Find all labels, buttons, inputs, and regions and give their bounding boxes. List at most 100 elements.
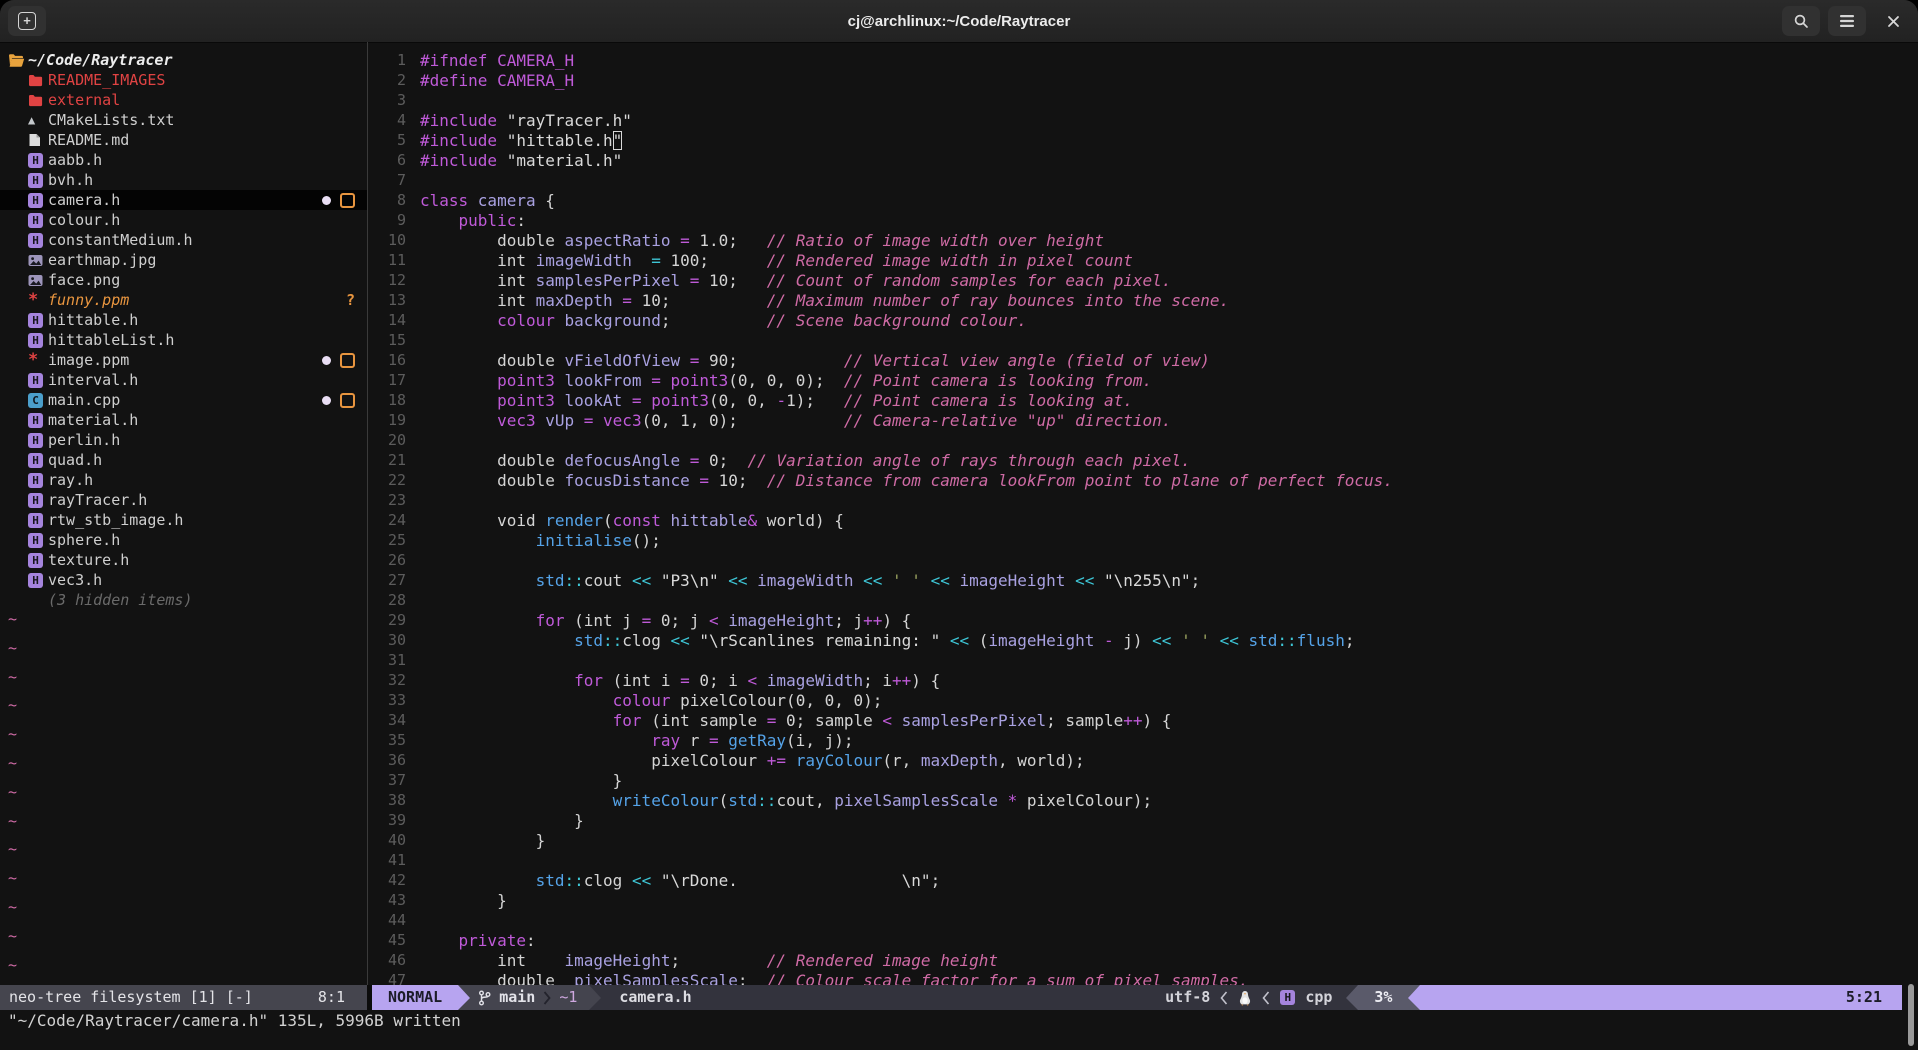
tree-item-readme-md[interactable]: README.md: [0, 130, 367, 150]
tree-item-code-raytracer[interactable]: ~/Code/Raytracer: [0, 50, 367, 70]
tree-item-hittable-h[interactable]: Hhittable.h: [0, 310, 367, 330]
code-line-24: 24 void render(const hittable& world) {: [368, 510, 1918, 530]
header-file-icon: H: [28, 473, 48, 488]
header-file-icon: H: [28, 193, 48, 208]
line-number: 26: [368, 551, 406, 569]
item-markers: ?: [346, 291, 367, 309]
neotree-status-title: neo-tree filesystem [1] [-]: [9, 985, 253, 1010]
new-tab-button[interactable]: +: [8, 6, 46, 36]
tilde-empty-line: ~: [8, 782, 17, 802]
tree-item-main-cpp[interactable]: Cmain.cpp: [0, 390, 367, 410]
code-line-32: 32 for (int i = 0; i < imageWidth; i++) …: [368, 670, 1918, 690]
tree-item-label: quad.h: [48, 451, 102, 469]
line-number: 9: [368, 211, 406, 229]
neotree-cursor-position: 8:1: [318, 985, 345, 1010]
tree-item-perlin-h[interactable]: Hperlin.h: [0, 430, 367, 450]
tree-item-ray-h[interactable]: Hray.h: [0, 470, 367, 490]
tree-item-camera-h[interactable]: Hcamera.h: [0, 190, 367, 210]
filename-segment: camera.h: [601, 985, 709, 1010]
scrollbar-thumb[interactable]: [1908, 984, 1914, 1046]
tree-item-raytracer-h[interactable]: HrayTracer.h: [0, 490, 367, 510]
tree-item-external[interactable]: external: [0, 90, 367, 110]
cursor-position: 5:21: [1420, 985, 1902, 1010]
line-number: 11: [368, 251, 406, 269]
tree-item-vec3-h[interactable]: Hvec3.h: [0, 570, 367, 590]
tree-item-constantmedium-h[interactable]: HconstantMedium.h: [0, 230, 367, 250]
powerline-arrow: [1408, 985, 1420, 1010]
tree-item-texture-h[interactable]: Htexture.h: [0, 550, 367, 570]
tree-item-face-png[interactable]: face.png: [0, 270, 367, 290]
code-line-2: 2#define CAMERA_H: [368, 70, 1918, 90]
tree-item-aabb-h[interactable]: Haabb.h: [0, 150, 367, 170]
terminal-window: + cj@archlinux:~/Code/Raytracer ~/Code/R…: [0, 0, 1918, 1050]
image-file-icon: [28, 274, 48, 287]
line-number: 6: [368, 151, 406, 169]
line-number: 27: [368, 571, 406, 589]
code-line-29: 29 for (int j = 0; j < imageHeight; j++)…: [368, 610, 1918, 630]
tree-item-sphere-h[interactable]: Hsphere.h: [0, 530, 367, 550]
code-line-1: 1#ifndef CAMERA_H: [368, 50, 1918, 70]
git-segment: main ~1: [470, 985, 589, 1010]
tree-item-cmakelists-txt[interactable]: ▲CMakeLists.txt: [0, 110, 367, 130]
tilde-empty-line: ~: [8, 955, 17, 975]
tree-item-label: README_IMAGES: [48, 71, 165, 89]
titlebar: + cj@archlinux:~/Code/Raytracer: [0, 0, 1918, 43]
tree-item-label: bvh.h: [48, 171, 93, 189]
line-number: 30: [368, 631, 406, 649]
line-number: 34: [368, 711, 406, 729]
menu-button[interactable]: [1828, 6, 1866, 36]
tree-item-label: rayTracer.h: [48, 491, 147, 509]
tree-item-bvh-h[interactable]: Hbvh.h: [0, 170, 367, 190]
tree-item-3-hidden-items[interactable]: (3 hidden items): [0, 590, 367, 610]
unstaged-square-icon: [340, 393, 355, 408]
tree-item-label: (3 hidden items): [48, 591, 193, 609]
code-line-18: 18 point3 lookAt = point3(0, 0, -1); // …: [368, 390, 1918, 410]
header-file-icon: H: [28, 313, 48, 328]
tilde-empty-line: ~: [8, 868, 17, 888]
tree-item-funny-ppm[interactable]: *funny.ppm?: [0, 290, 367, 310]
code-line-33: 33 colour pixelColour(0, 0, 0);: [368, 690, 1918, 710]
line-number: 21: [368, 451, 406, 469]
open-folder-icon: [8, 53, 28, 67]
code-line-28: 28: [368, 590, 1918, 610]
tree-item-label: external: [48, 91, 120, 109]
tree-item-label: colour.h: [48, 211, 120, 229]
filetype-label: cpp: [1305, 985, 1332, 1010]
tree-item-quad-h[interactable]: Hquad.h: [0, 450, 367, 470]
code-line-8: 8class camera {: [368, 190, 1918, 210]
close-button[interactable]: [1874, 6, 1912, 36]
editor-pane[interactable]: 1#ifndef CAMERA_H2#define CAMERA_H34#inc…: [368, 42, 1918, 985]
line-number: 40: [368, 831, 406, 849]
tree-item-label: CMakeLists.txt: [48, 111, 174, 129]
line-number: 7: [368, 171, 406, 189]
line-number: 5: [368, 131, 406, 149]
header-file-icon: H: [28, 533, 48, 548]
tree-item-colour-h[interactable]: Hcolour.h: [0, 210, 367, 230]
untracked-question-icon: ?: [346, 291, 355, 309]
search-button[interactable]: [1782, 6, 1820, 36]
tree-item-interval-h[interactable]: Hinterval.h: [0, 370, 367, 390]
tree-item-label: hittableList.h: [48, 331, 174, 349]
tree-item-readme-images[interactable]: README_IMAGES: [0, 70, 367, 90]
unstaged-square-icon: [340, 353, 355, 368]
line-number: 45: [368, 931, 406, 949]
tree-item-material-h[interactable]: Hmaterial.h: [0, 410, 367, 430]
file-encoding: utf-8: [1165, 985, 1210, 1010]
powerline-arrow: [1346, 985, 1358, 1010]
tree-item-hittablelist-h[interactable]: HhittableList.h: [0, 330, 367, 350]
tree-item-label: main.cpp: [48, 391, 120, 409]
line-number: 35: [368, 731, 406, 749]
tree-item-rtw-stb-image-h[interactable]: Hrtw_stb_image.h: [0, 510, 367, 530]
line-number: 42: [368, 871, 406, 889]
tree-item-earthmap-jpg[interactable]: earthmap.jpg: [0, 250, 367, 270]
tree-item-image-ppm[interactable]: *image.ppm: [0, 350, 367, 370]
line-number: 32: [368, 671, 406, 689]
statusline-fill: [710, 985, 1152, 1010]
tree-item-label: earthmap.jpg: [48, 251, 156, 269]
line-number: 1: [368, 51, 406, 69]
code-line-47: 47 double pixelSamplesScale; // Colour s…: [368, 970, 1918, 985]
header-file-icon: H: [28, 513, 48, 528]
unstaged-square-icon: [340, 193, 355, 208]
scroll-percent: 3%: [1358, 985, 1408, 1010]
tree-item-label: hittable.h: [48, 311, 138, 329]
